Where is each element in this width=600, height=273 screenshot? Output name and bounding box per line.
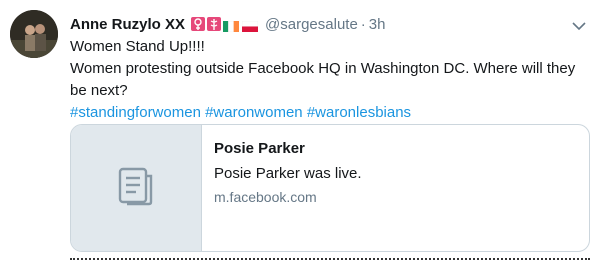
tweet-text-line: Women Stand Up!!!!: [70, 38, 205, 55]
avatar[interactable]: [10, 10, 58, 58]
chevron-down-icon[interactable]: [572, 18, 586, 36]
tweet-header: Anne Ruzylo XX @sargesalute · 3h: [70, 13, 385, 35]
tweet-text: Women Stand Up!!!! Women protesting outs…: [70, 36, 585, 124]
tweet-text-line: Women protesting outside Facebook HQ in …: [70, 60, 576, 99]
card-domain: m.facebook.com: [214, 189, 317, 205]
hashtag-list: #standingforwomen #waronwomen #waronlesb…: [70, 102, 585, 124]
author-handle[interactable]: @sargesalute: [265, 16, 358, 33]
hashtag-link[interactable]: #standingforwomen: [70, 104, 201, 121]
timestamp[interactable]: 3h: [369, 16, 386, 33]
link-preview-card[interactable]: Posie Parker Posie Parker was live. m.fa…: [70, 124, 590, 252]
medical-caduceus-icon: [207, 17, 222, 31]
author-name[interactable]: Anne Ruzylo XX: [70, 16, 185, 33]
female-sign-icon: [191, 17, 206, 31]
hashtag-link[interactable]: #waronwomen: [205, 104, 303, 121]
dotted-divider: [70, 258, 590, 260]
document-icon: [117, 166, 155, 211]
name-badges: [191, 17, 261, 32]
card-title: Posie Parker: [214, 140, 305, 157]
card-media: [71, 125, 202, 251]
separator-dot: ·: [360, 15, 366, 33]
poland-flag-icon: [241, 19, 259, 32]
card-description: Posie Parker was live.: [214, 165, 362, 182]
ireland-flag-icon: [223, 19, 240, 32]
card-body: Posie Parker Posie Parker was live. m.fa…: [202, 125, 374, 251]
hashtag-link[interactable]: #waronlesbians: [307, 104, 411, 121]
